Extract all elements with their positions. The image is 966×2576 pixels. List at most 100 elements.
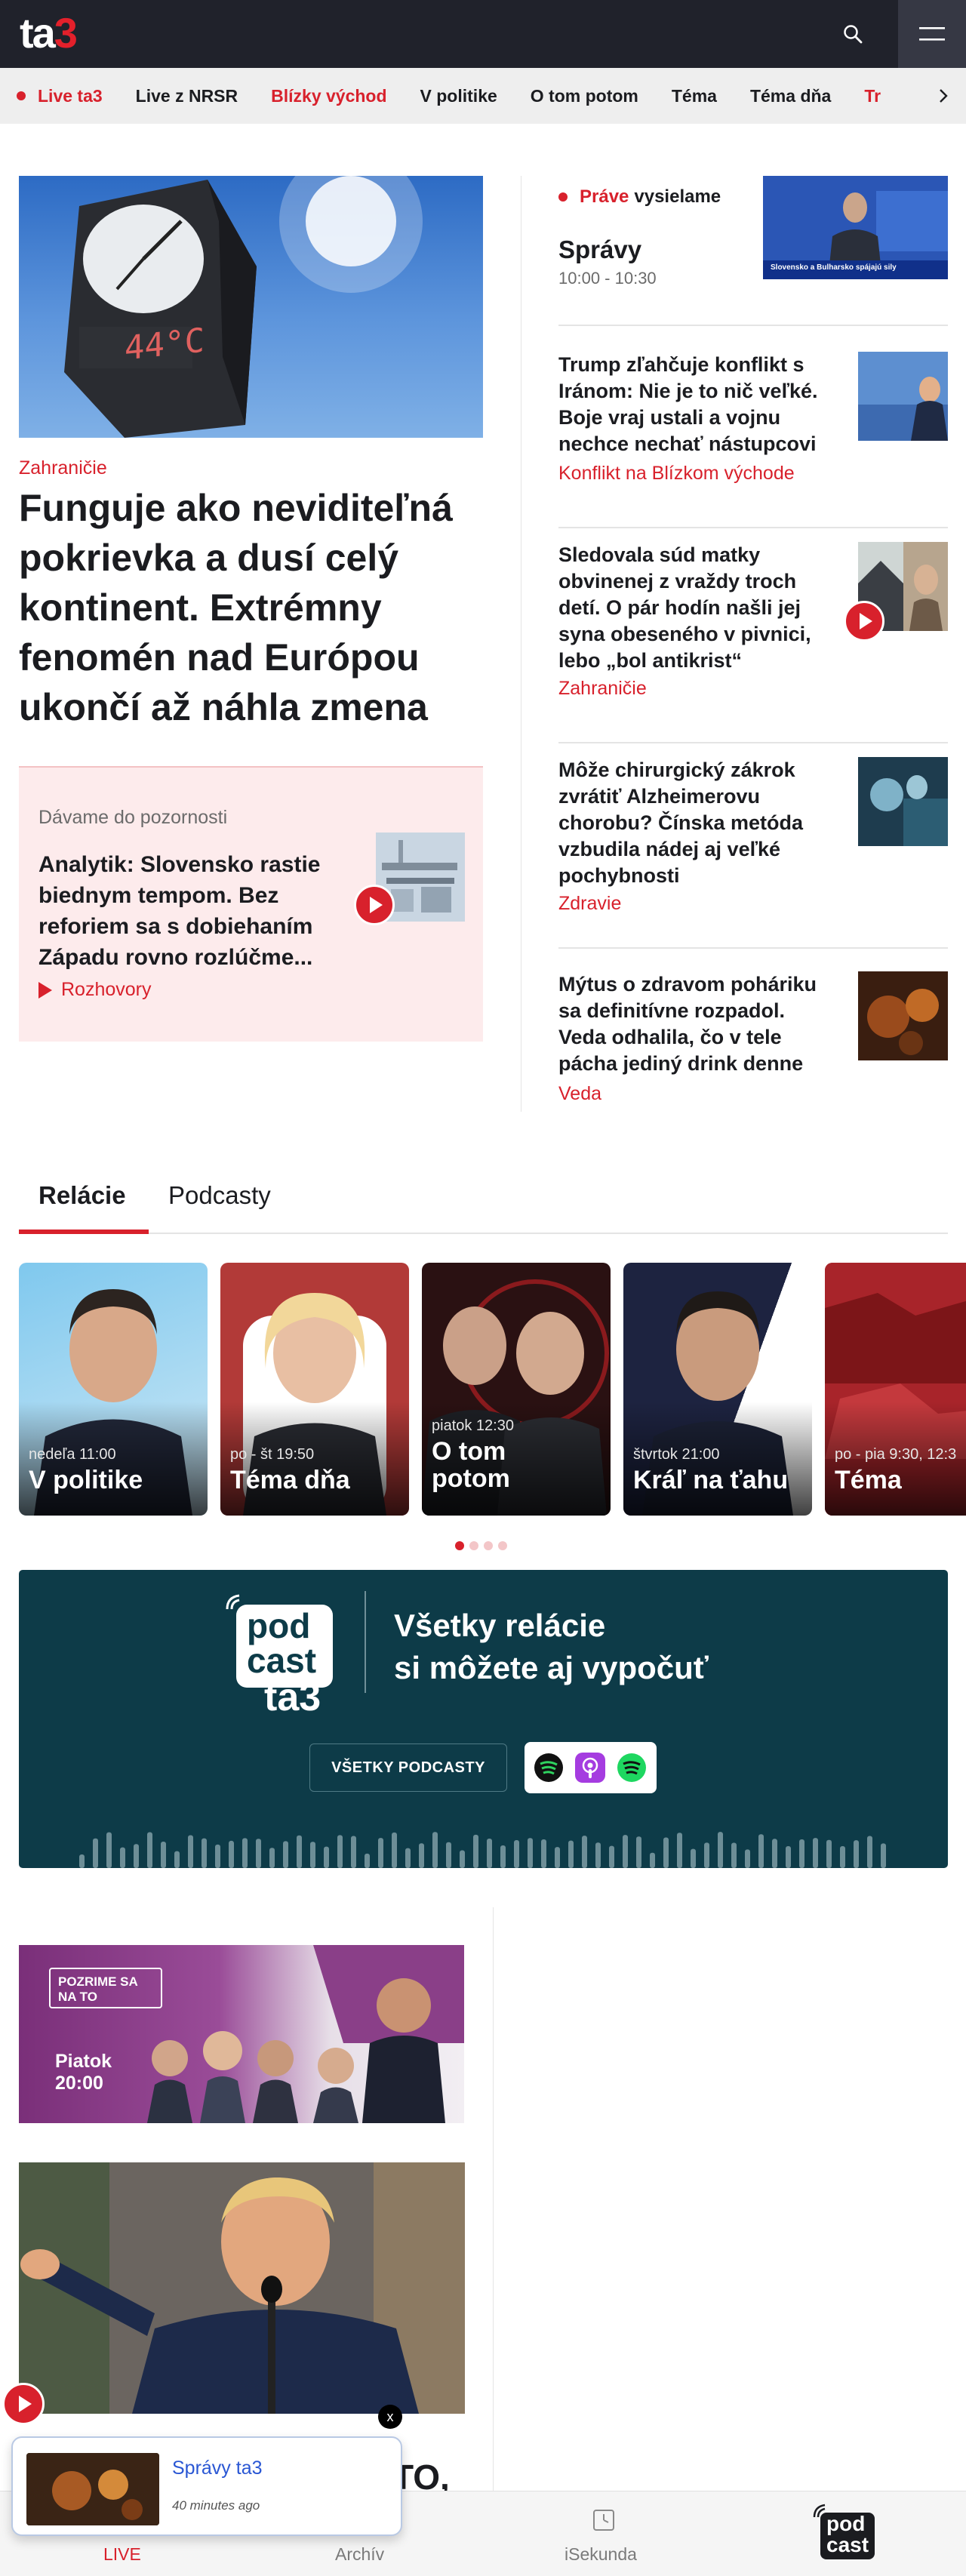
wave-bar: [269, 1848, 275, 1868]
pagination-dot[interactable]: [498, 1541, 507, 1550]
bottom-nav-live[interactable]: LIVE: [103, 2544, 141, 2565]
article-item[interactable]: Môže chirurgický zákrok zvrátiť Alzheime…: [558, 742, 948, 931]
article-item[interactable]: Mýtus o zdravom poháriku sa definitívne …: [558, 947, 948, 1113]
article-category[interactable]: Veda: [558, 1083, 601, 1105]
article-thumbnail[interactable]: [858, 757, 948, 846]
focus-title[interactable]: Analytik: Slovensko rastie biednym tempo…: [38, 849, 355, 973]
wave-bar: [745, 1849, 750, 1868]
top-header: ta 3: [0, 0, 966, 68]
nav-item-v-politike[interactable]: V politike: [420, 86, 497, 106]
surgery-thumb: [858, 757, 948, 846]
apple-podcasts-icon[interactable]: [575, 1753, 605, 1783]
hero-image[interactable]: 44°C: [19, 176, 483, 438]
wave-bar: [487, 1838, 492, 1868]
article-thumbnail[interactable]: [858, 971, 948, 1060]
drinks-illustration: [26, 2453, 159, 2525]
wave-bar: [351, 1836, 356, 1868]
article-item[interactable]: Sledovala súd matky obvinenej z vraždy t…: [558, 527, 948, 716]
wave-bar: [854, 1840, 859, 1868]
article-title[interactable]: Sledovala súd matky obvinenej z vraždy t…: [558, 542, 823, 674]
promo-tag: POZRIME SA NA TO: [49, 1968, 162, 2008]
promo-banner[interactable]: POZRIME SA NA TO Piatok 20:00: [19, 1945, 464, 2123]
search-button[interactable]: [830, 15, 875, 53]
mini-player-time: 40 minutes ago: [172, 2498, 260, 2513]
wave-bar: [867, 1836, 872, 1868]
spotify-icon[interactable]: [617, 1753, 647, 1783]
topic-nav: Live ta3 Live z NRSR Blízky východ V pol…: [0, 68, 966, 124]
wave-bar: [609, 1845, 614, 1868]
focus-box[interactable]: Dávame do pozornosti Analytik: Slovensko…: [19, 766, 483, 1042]
nav-item-live-ta3[interactable]: Live ta3: [17, 86, 103, 106]
show-card[interactable]: po - št 19:50 Téma dňa: [220, 1263, 409, 1516]
show-schedule: po - št 19:50: [230, 1446, 315, 1463]
article-title[interactable]: Môže chirurgický zákrok zvrátiť Alzheime…: [558, 757, 823, 889]
show-card[interactable]: nedeľa 11:00 V politike: [19, 1263, 208, 1516]
nav-item-o-tom-potom[interactable]: O tom potom: [531, 86, 638, 106]
show-name: V politike: [29, 1466, 143, 1494]
article-category[interactable]: Konflikt na Blízkom východe: [558, 463, 795, 485]
article-item[interactable]: Trump zľahčuje konflikt s Iránom: Nie je…: [558, 325, 948, 498]
wave-bar: [161, 1841, 166, 1868]
nav-item-label: V politike: [420, 85, 497, 106]
spotify-like-icon[interactable]: [534, 1753, 564, 1783]
ta3-logo[interactable]: ta 3: [20, 11, 78, 56]
mini-player-play-button[interactable]: [2, 2383, 45, 2425]
mini-player-close-button[interactable]: x: [378, 2405, 402, 2429]
menu-button[interactable]: [898, 0, 966, 68]
podcast-heading-line2: si môžete aj vypočuť: [394, 1650, 709, 1685]
article-thumbnail[interactable]: [858, 352, 948, 441]
podcast-banner[interactable]: pod cast ta3 Všetky relácie si môžete aj…: [19, 1570, 948, 1868]
show-name: Téma dňa: [230, 1466, 350, 1494]
article-image[interactable]: [19, 2162, 465, 2414]
tab-relacie[interactable]: Relácie: [38, 1181, 126, 1210]
live-now-text: vysielame: [634, 186, 721, 207]
clock-icon: [593, 2510, 614, 2531]
play-triangle-icon: [38, 981, 52, 999]
tab-podcasty[interactable]: Podcasty: [168, 1181, 271, 1210]
article-category[interactable]: Zahraničie: [558, 678, 647, 700]
live-now-label: Práve vysielame: [558, 186, 721, 208]
focus-category[interactable]: Rozhovory: [38, 979, 152, 1001]
bottom-nav-archiv[interactable]: Archív: [335, 2544, 384, 2565]
show-card[interactable]: po - pia 9:30, 12:3 Téma: [825, 1263, 966, 1516]
pagination-dot[interactable]: [455, 1541, 464, 1550]
mini-player-title[interactable]: Správy ta3: [172, 2458, 263, 2479]
wave-bar: [229, 1840, 234, 1868]
podcast-heading-line1: Všetky relácie: [394, 1608, 606, 1643]
carousel-pagination: [455, 1541, 512, 1550]
show-card[interactable]: piatok 12:30 O tom potom: [422, 1263, 611, 1516]
speaker-at-podium-illustration: [19, 2162, 465, 2414]
nav-next-button[interactable]: [921, 68, 966, 124]
pagination-dot[interactable]: [469, 1541, 478, 1550]
show-card[interactable]: štvrtok 21:00 Kráľ na ťahu: [623, 1263, 812, 1516]
sections-tabs: Relácie Podcasty: [19, 1174, 948, 1234]
separator: [558, 947, 948, 949]
all-podcasts-button[interactable]: VŠETKY PODCASTY: [309, 1743, 507, 1792]
article-category[interactable]: Zdravie: [558, 893, 621, 915]
wave-bar: [324, 1846, 329, 1868]
article-title[interactable]: Trump zľahčuje konflikt s Iránom: Nie je…: [558, 352, 823, 457]
podcast-logo-line3: ta3: [264, 1676, 321, 1719]
nav-item-label: Téma: [671, 85, 717, 106]
bottom-nav-podcast[interactable]: pod cast: [811, 2502, 879, 2562]
hero-category[interactable]: Zahraničie: [19, 457, 107, 479]
nav-item-tema-dna[interactable]: Téma dňa: [750, 86, 831, 106]
wave-bar: [106, 1832, 112, 1868]
focus-play-button[interactable]: [354, 885, 395, 925]
nav-item-live-nrsr[interactable]: Live z NRSR: [136, 86, 238, 106]
mini-player[interactable]: Správy ta3 40 minutes ago: [11, 2436, 402, 2536]
active-tab-indicator: [19, 1230, 149, 1234]
bottom-nav-isekunda[interactable]: iSekunda: [565, 2544, 637, 2565]
article-play-button[interactable]: [844, 601, 884, 642]
live-thumbnail[interactable]: Slovensko a Bulharsko spájajú sily: [763, 176, 948, 279]
nav-item-blizky-vychod[interactable]: Blízky východ: [271, 86, 386, 106]
article-title[interactable]: Mýtus o zdravom poháriku sa definitívne …: [558, 971, 823, 1077]
nav-item-tema[interactable]: Téma: [672, 86, 717, 106]
bottom-podcast-line1: pod: [826, 2512, 866, 2535]
shows-carousel: nedeľa 11:00 V politike po - št 19:50 Té…: [0, 1263, 966, 1516]
live-show-title[interactable]: Správy: [558, 235, 641, 264]
wave-bar: [460, 1850, 465, 1868]
hero-title[interactable]: Funguje ako neviditeľná pokrievka a dusí…: [19, 483, 483, 732]
pagination-dot[interactable]: [484, 1541, 493, 1550]
nav-item-truncated[interactable]: Tr: [864, 86, 881, 106]
